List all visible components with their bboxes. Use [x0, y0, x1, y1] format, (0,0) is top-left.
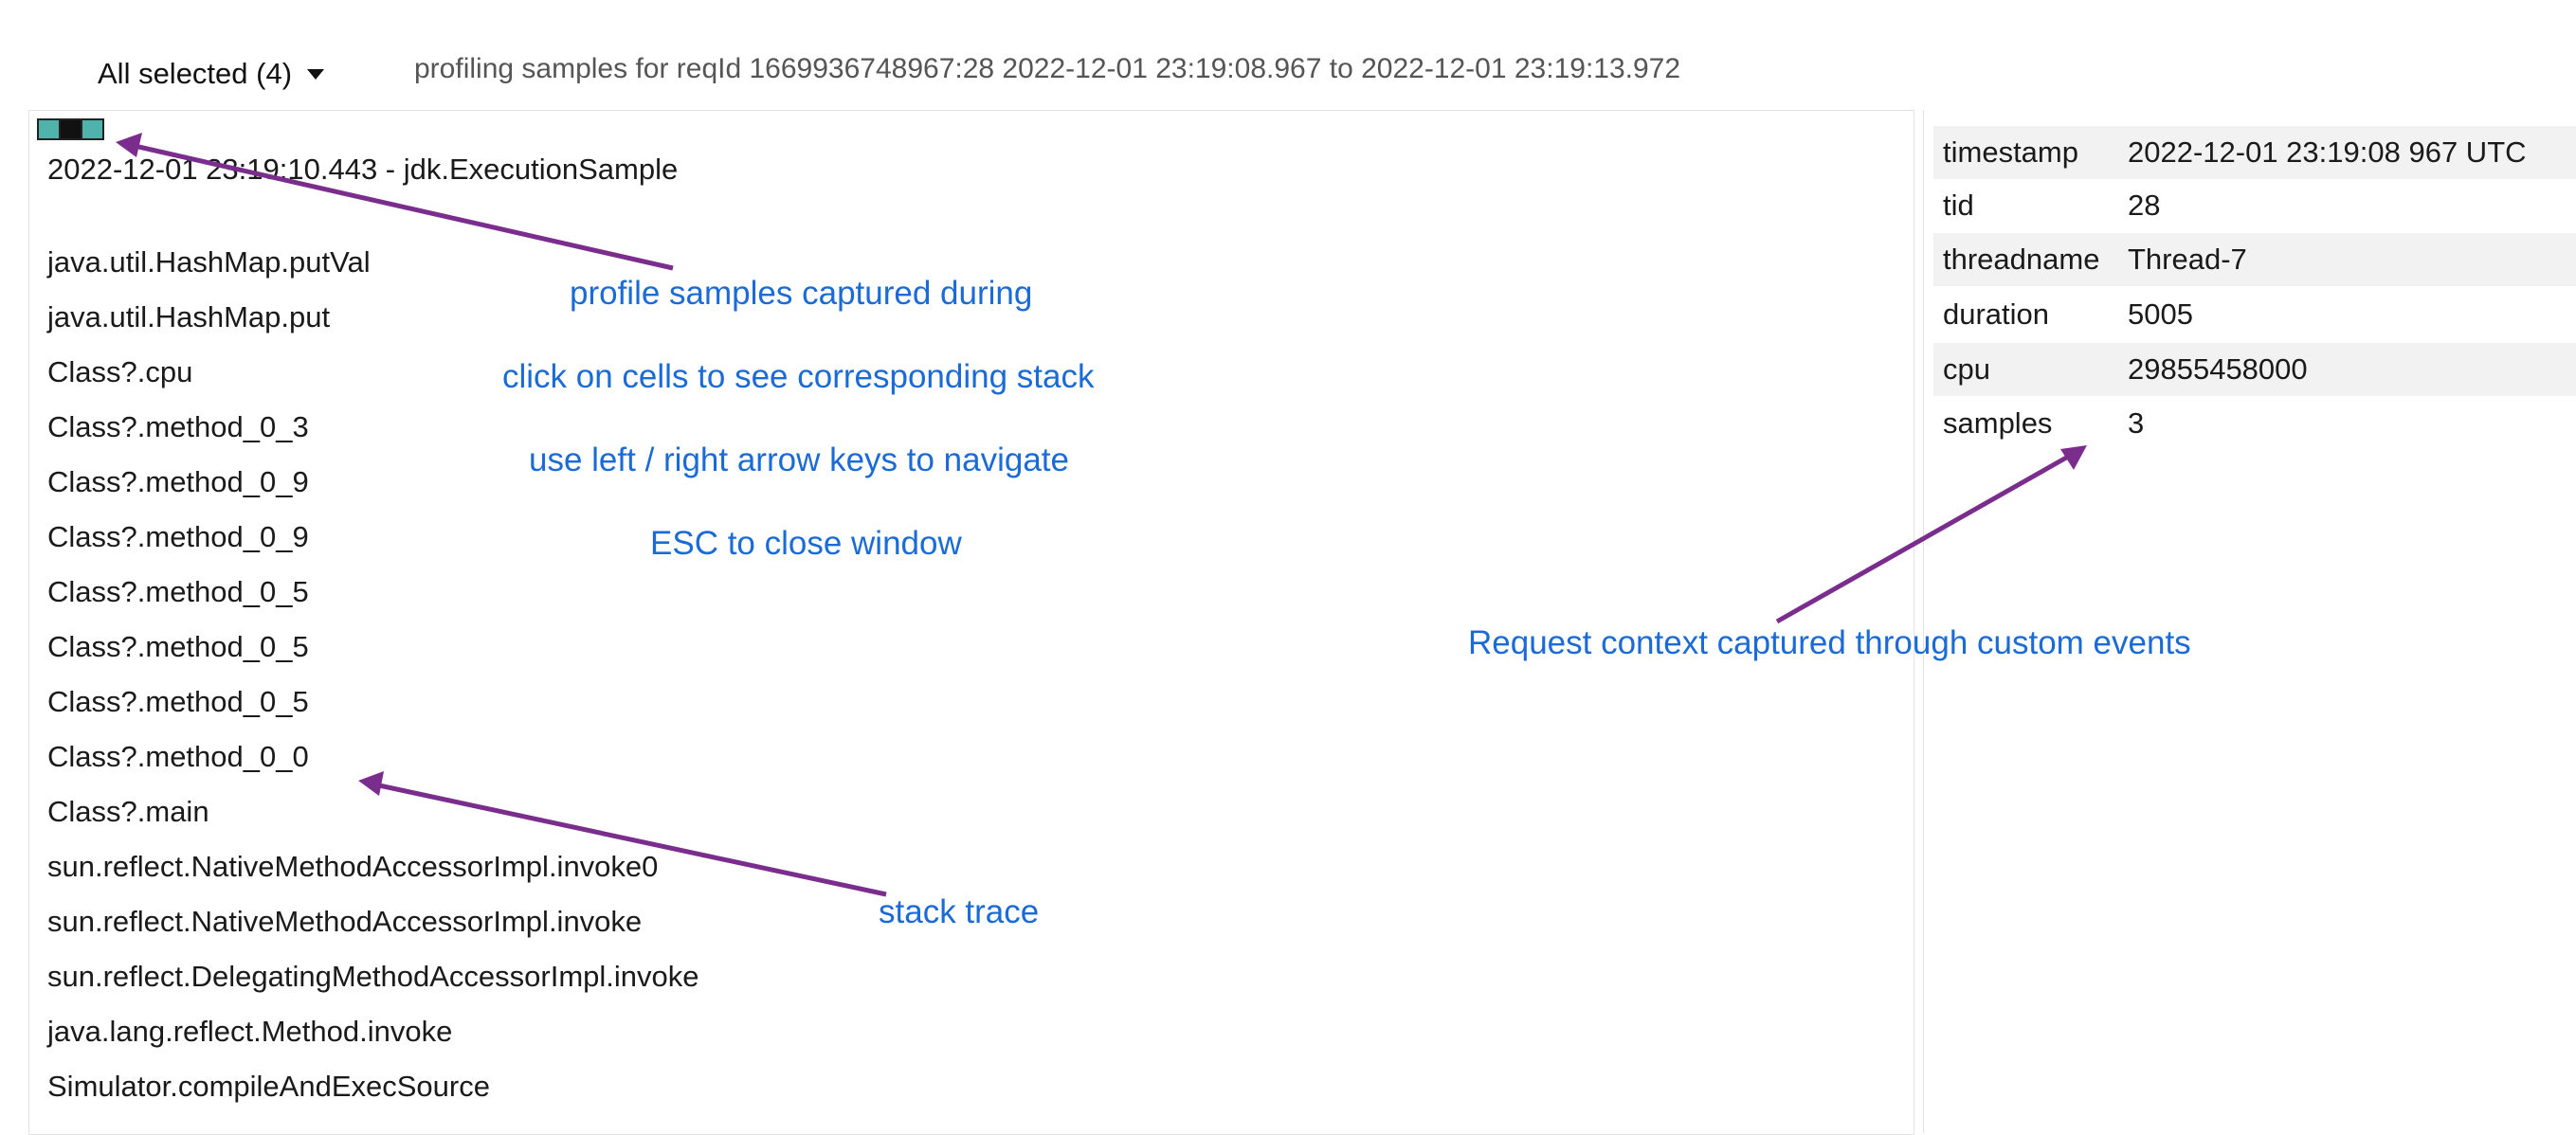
- context-key: timestamp: [1943, 135, 2078, 169]
- stack-frame: sun.reflect.NativeMethodAccessorImpl.inv…: [47, 850, 659, 883]
- annotation-request-context: Request context captured through custom …: [1468, 624, 2191, 661]
- stack-frame: sun.reflect.NativeMethodAccessorImpl.inv…: [47, 905, 643, 938]
- stack-frame: Class?.method_0_5: [47, 575, 309, 608]
- chevron-down-icon: [307, 68, 325, 80]
- annotation-esc: ESC to close window: [650, 525, 962, 562]
- context-row: timestamp 2022-12-01 23:19:08 967 UTC: [1933, 126, 2576, 179]
- stack-frame: Class?.method_0_9: [47, 520, 309, 553]
- context-row: tid 28: [1933, 179, 2576, 232]
- stack-frame: Class?.method_0_0: [47, 740, 309, 773]
- annotation-click-cells: click on cells to see corresponding stac…: [502, 358, 1095, 395]
- context-value: Thread-7: [2128, 243, 2247, 276]
- sample-cell[interactable]: [39, 120, 61, 138]
- context-value: 3: [2128, 406, 2145, 440]
- stack-frame: Class?.method_0_5: [47, 630, 309, 663]
- stack-frame: Class?.method_0_5: [47, 685, 309, 718]
- sample-cell[interactable]: [82, 120, 102, 138]
- context-value: 28: [2128, 189, 2161, 222]
- sample-cells-strip: [37, 118, 104, 140]
- filter-label: All selected (4): [98, 57, 293, 90]
- context-key: duration: [1943, 297, 2050, 331]
- context-row: cpu 29855458000: [1933, 343, 2576, 396]
- context-key: tid: [1943, 189, 1974, 222]
- stack-frame: Simulator.compileAndExecSource: [47, 1070, 490, 1103]
- stack-trace-panel: 2022-12-01 23:19:10.443 - jdk.ExecutionS…: [28, 110, 1914, 1135]
- stack-frame: java.lang.reflect.Method.invoke: [47, 1015, 453, 1048]
- stack-frame: sun.reflect.DelegatingMethodAccessorImpl…: [47, 960, 699, 993]
- stack-sample-title: 2022-12-01 23:19:10.443 - jdk.ExecutionS…: [47, 153, 679, 186]
- annotation-stack-trace: stack trace: [879, 893, 1040, 930]
- context-row: duration 5005: [1933, 288, 2576, 341]
- request-info-label: profiling samples for reqId 166993674896…: [414, 53, 1681, 84]
- sample-type-filter-dropdown[interactable]: All selected (4): [98, 53, 325, 95]
- context-key: cpu: [1943, 352, 1990, 386]
- context-row: threadname Thread-7: [1933, 233, 2576, 286]
- context-value: 2022-12-01 23:19:08 967 UTC: [2128, 135, 2527, 169]
- stack-frame: Class?.main: [47, 795, 209, 828]
- context-key: threadname: [1943, 243, 2100, 276]
- context-value: 29855458000: [2128, 352, 2308, 386]
- context-key: samples: [1943, 406, 2053, 440]
- request-context-panel: timestamp 2022-12-01 23:19:08 967 UTC ti…: [1923, 110, 2576, 1133]
- context-value: 5005: [2128, 297, 2193, 331]
- context-row: samples 3: [1933, 397, 2576, 450]
- annotation-arrow-keys: use left / right arrow keys to navigate: [529, 441, 1069, 478]
- annotation-samples: profile samples captured during: [570, 275, 1033, 312]
- toolbar: All selected (4) profiling samples for r…: [0, 0, 2576, 104]
- sample-cell[interactable]: [61, 120, 82, 138]
